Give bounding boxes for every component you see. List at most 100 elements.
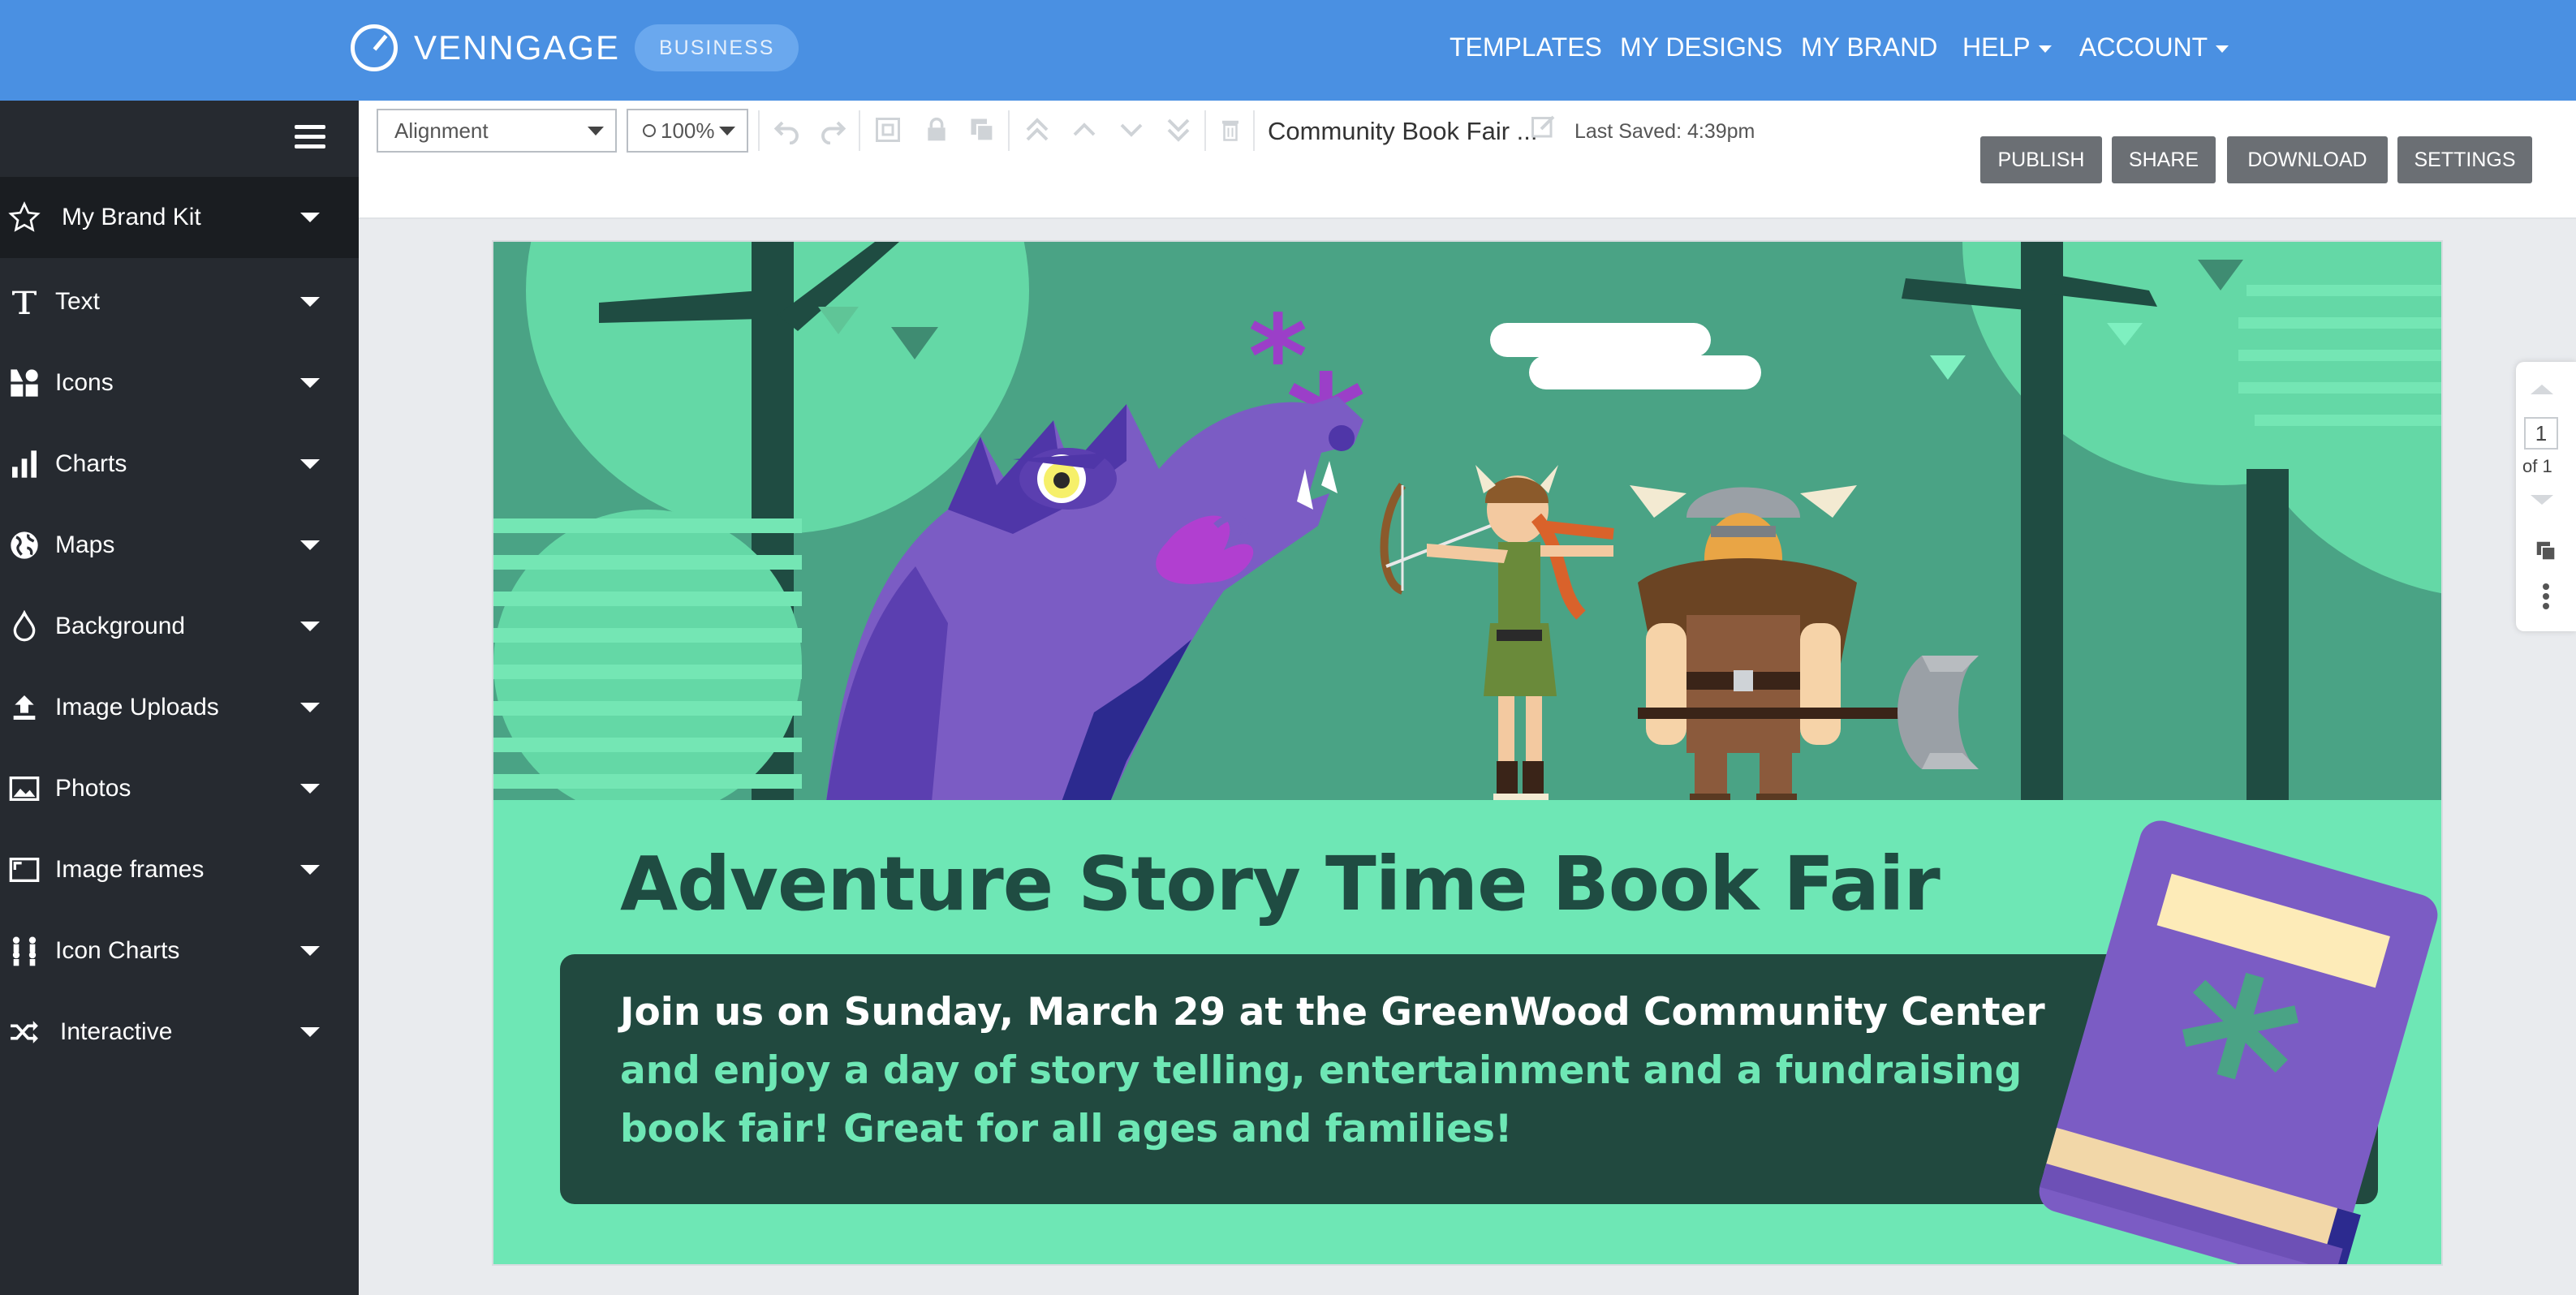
toolbar-divider — [1204, 110, 1206, 151]
sidebar-item-background[interactable]: Background — [0, 586, 359, 667]
magnifier-icon — [643, 124, 656, 137]
chevron-down-icon[interactable] — [300, 865, 320, 875]
last-saved-status: Last Saved: 4:39pm — [1574, 120, 1755, 143]
share-button[interactable]: SHARE — [2112, 136, 2216, 183]
page-down-icon[interactable] — [2531, 495, 2553, 505]
event-details-box[interactable]: Join us on Sunday, March 29 at the Green… — [560, 954, 2378, 1204]
chevron-down-icon[interactable] — [300, 622, 320, 631]
duplicate-icon[interactable] — [966, 114, 998, 146]
sidebar-item-icon-charts[interactable]: Icon Charts — [0, 910, 359, 992]
sidebar-item-image-uploads[interactable]: Image Uploads — [0, 667, 359, 748]
download-button[interactable]: DOWNLOAD — [2227, 136, 2388, 183]
bring-to-front-icon[interactable] — [1021, 114, 1053, 146]
send-backward-icon[interactable] — [1115, 114, 1148, 146]
chevron-down-icon[interactable] — [300, 784, 320, 794]
sidebar-item-label: Maps — [55, 531, 115, 558]
alignment-dropdown-value: Alignment — [394, 118, 489, 143]
nav-help[interactable]: HELP — [1962, 32, 2052, 62]
frame-icon — [8, 854, 41, 886]
sidebar-item-icons[interactable]: Icons — [0, 342, 359, 424]
edit-title-icon[interactable] — [1527, 110, 1560, 143]
trash-icon[interactable] — [1214, 114, 1247, 146]
toolbar-divider — [1008, 110, 1010, 151]
chevron-down-icon — [2038, 45, 2052, 54]
sidebar-item-image-frames[interactable]: Image frames — [0, 829, 359, 910]
redo-icon[interactable] — [816, 114, 849, 146]
sidebar-item-label: Charts — [55, 450, 127, 477]
bar-chart-icon — [8, 448, 41, 480]
sidebar-item-label: My Brand Kit — [62, 204, 201, 230]
droplet-icon — [8, 610, 41, 643]
chevron-down-icon[interactable] — [300, 946, 320, 956]
left-sidebar: My Brand Kit Text Icons Charts Maps Back… — [0, 101, 359, 1295]
duplicate-page-icon[interactable] — [2534, 539, 2558, 567]
ground-edge — [493, 800, 2441, 810]
undo-icon[interactable] — [771, 114, 803, 146]
toolbar-divider — [1253, 110, 1255, 151]
striped-bush — [493, 510, 802, 810]
hamburger-menu-icon[interactable] — [295, 125, 325, 153]
toolbar-divider — [758, 110, 760, 151]
forest-scene-illustration[interactable]: * * * — [493, 242, 2443, 810]
settings-button[interactable]: SETTINGS — [2397, 136, 2532, 183]
nav-account-label: ACCOUNT — [2079, 32, 2208, 62]
sidebar-item-label: Icons — [55, 369, 114, 396]
chevron-down-icon — [2216, 45, 2229, 54]
chevron-down-icon[interactable] — [300, 297, 320, 307]
top-navigation-bar: VENNGAGE BUSINESS TEMPLATES MY DESIGNS M… — [0, 0, 2576, 101]
nav-account[interactable]: ACCOUNT — [2079, 32, 2229, 62]
bring-forward-icon[interactable] — [1068, 114, 1101, 146]
shuffle-icon — [8, 1016, 41, 1048]
sidebar-item-photos[interactable]: Photos — [0, 748, 359, 829]
sidebar-item-label: Icon Charts — [55, 937, 180, 964]
publish-button[interactable]: PUBLISH — [1980, 136, 2102, 183]
sidebar-item-label: Photos — [55, 775, 131, 802]
sidebar-item-interactive[interactable]: Interactive — [0, 992, 359, 1073]
chevron-down-icon[interactable] — [300, 459, 320, 469]
chevron-down-icon[interactable] — [300, 1027, 320, 1037]
page-count: of 1 — [2522, 456, 2552, 476]
text-icon — [8, 286, 41, 318]
sidebar-item-my-brand-kit[interactable]: My Brand Kit — [0, 177, 359, 258]
event-details-line-1: Join us on Sunday, March 29 at the Green… — [620, 990, 2045, 1035]
upload-icon — [8, 691, 41, 724]
sidebar-item-maps[interactable]: Maps — [0, 505, 359, 586]
sidebar-item-label: Background — [55, 613, 186, 639]
chevron-down-icon[interactable] — [300, 540, 320, 550]
page-navigator: 1 of 1 — [2516, 362, 2576, 631]
poster-headline[interactable]: Adventure Story Time Book Fair — [620, 841, 1941, 927]
venngage-logo[interactable]: VENNGAGE — [351, 23, 620, 73]
nav-my-designs[interactable]: MY DESIGNS — [1620, 32, 1782, 62]
sidebar-item-charts[interactable]: Charts — [0, 424, 359, 505]
sidebar-item-text[interactable]: Text — [0, 261, 359, 342]
sidebar-item-label: Image Uploads — [55, 694, 219, 721]
brand-name: VENNGAGE — [414, 28, 621, 67]
nav-templates[interactable]: TEMPLATES — [1450, 32, 1602, 62]
chevron-down-icon[interactable] — [300, 378, 320, 388]
lock-icon[interactable] — [920, 114, 953, 146]
design-canvas[interactable]: * * * — [492, 240, 2443, 1266]
more-options-icon[interactable] — [2542, 583, 2550, 614]
star-icon — [8, 201, 41, 234]
logo-clock-icon — [351, 24, 398, 71]
document-title[interactable]: Community Book Fair ... — [1268, 117, 1537, 146]
sidebar-item-label: Interactive — [60, 1018, 173, 1045]
current-page-input[interactable]: 1 — [2524, 417, 2558, 450]
alignment-dropdown[interactable]: Alignment — [377, 109, 617, 153]
zoom-dropdown[interactable]: 100% — [627, 109, 748, 153]
toolbar-divider — [859, 110, 860, 151]
zoom-value: 100% — [661, 118, 715, 143]
chevron-down-icon[interactable] — [300, 213, 320, 222]
chevron-down-icon — [719, 126, 735, 136]
page-up-icon[interactable] — [2531, 385, 2553, 394]
group-icon[interactable] — [872, 114, 904, 146]
sidebar-item-label: Image frames — [55, 856, 205, 883]
editor-toolbar: Alignment 100% Community Book Fair ... L… — [359, 101, 2576, 219]
chevron-down-icon[interactable] — [300, 703, 320, 712]
send-to-back-icon[interactable] — [1162, 114, 1195, 146]
globe-icon — [8, 529, 41, 561]
people-chart-icon — [8, 935, 41, 967]
photo-icon — [8, 772, 41, 805]
nav-my-brand[interactable]: MY BRAND — [1801, 32, 1937, 62]
plan-badge: BUSINESS — [635, 24, 799, 71]
